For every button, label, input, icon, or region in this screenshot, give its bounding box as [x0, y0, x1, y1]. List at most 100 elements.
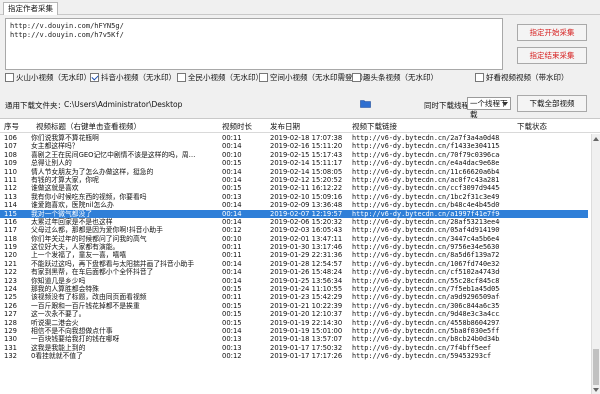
checkbox[interactable] — [259, 73, 268, 82]
col-header-title[interactable]: 视频标题（右键单击查看视频） — [36, 121, 141, 132]
cell-duration: 00:12 — [222, 352, 242, 361]
col-header-date[interactable]: 发布日期 — [270, 121, 300, 132]
cell-index: 117 — [4, 226, 17, 235]
cell-date: 2019-02-18 17:07:38 — [270, 134, 343, 142]
table-row[interactable]: 114 谁爱跑喜欢，医院nil怎么办 00:14 2019-02-09 13:36:4… — [0, 201, 588, 209]
cell-date: 2019-01-30 13:17:46 — [270, 243, 343, 252]
table-row[interactable]: 113 我有你小时候吃东西的视频，你要看吗 00:13 2019-02-10 15:0… — [0, 193, 588, 201]
table-row[interactable]: 122 有家到黑帮，在车后面都小个全怀抖音了 00:14 2019-01-26 15:… — [0, 268, 588, 276]
checkbox[interactable] — [5, 73, 14, 82]
table-row[interactable]: 124 那我的人算胜都会特殊 00:15 2019-01-24 11:10:55 htt… — [0, 285, 588, 293]
cell-duration: 00:11 — [222, 293, 242, 302]
table-row[interactable]: 123 你知道几是乡少吗 00:14 2019-01-25 13:56:34 http:… — [0, 277, 588, 285]
scroll-down-icon[interactable] — [593, 388, 599, 392]
table-row[interactable]: 129 相信不是不向我想做点什事 00:14 2019-01-19 15:01:00 h… — [0, 327, 588, 335]
cell-duration: 00:15 — [222, 318, 242, 327]
cell-link: http://v6-dy.bytecdn.cn/b8cb24b0d34b5e0 — [352, 335, 500, 344]
cell-index: 131 — [4, 343, 17, 352]
cell-index: 119 — [4, 243, 17, 252]
start-collect-button[interactable]: 指定开始采集 — [517, 24, 587, 41]
col-header-index[interactable]: 序号 — [4, 121, 19, 132]
platform-option[interactable]: 抖音小视频（无水印） — [90, 71, 176, 84]
table-row[interactable]: 115 我对一个微气都没了 00:14 2019-02-07 12:19:57 http… — [0, 209, 588, 218]
checkbox[interactable] — [177, 73, 186, 82]
cell-duration: 00:14 — [222, 209, 242, 218]
table-row[interactable]: 109 总得让别人的 00:15 2019-02-14 15:11:17 http://… — [0, 159, 588, 167]
table-row[interactable]: 126 一百斤跟和一百斤钱花掉都不是挨重 00:15 2019-01-21 10:22… — [0, 302, 588, 310]
cell-date: 2019-01-17 17:17:26 — [270, 352, 343, 361]
cell-link: http://v6-dy.bytecdn.cn/306c844a6c35935c — [352, 301, 500, 310]
checkbox[interactable] — [352, 73, 361, 82]
table-row[interactable]: 110 情人节女朋友为了怎么办做这样，挺急的 00:14 2019-02-14 15:… — [0, 168, 588, 176]
table-row[interactable]: 112 谁做这就是喜欢 00:15 2019-02-11 16:12:22 http:/… — [0, 184, 588, 192]
scroll-thumb[interactable] — [593, 349, 599, 385]
table-row[interactable]: 131 这我是我能上到的 00:13 2019-01-17 17:50:32 http:… — [0, 344, 588, 352]
platform-label: 火山小视频（无水印） — [16, 73, 91, 82]
table-row[interactable]: 130 一百块钱要给我打的钱在哪呀 00:13 2019-01-18 13:57:07… — [0, 335, 588, 343]
cell-link: http://v6-dy.bytecdn.cn/a1997f41e7f9e991 — [352, 209, 500, 218]
stop-collect-button[interactable]: 指定结束采集 — [517, 47, 587, 64]
vertical-scrollbar[interactable] — [591, 134, 600, 394]
cell-date: 2019-01-19 22:14:30 — [270, 318, 343, 327]
folder-icon[interactable] — [360, 99, 371, 108]
table-row[interactable]: 107 女主都这样吗？ 00:14 2019-02-16 15:11:20 http:/… — [0, 142, 588, 150]
cell-date: 2019-01-26 15:48:24 — [270, 268, 343, 277]
cell-index: 111 — [4, 175, 17, 184]
threads-select[interactable]: 一个线程下载 — [467, 97, 511, 119]
cell-link: http://v6-dy.bytecdn.cn/05af4d9141909977 — [352, 226, 500, 235]
cell-title: 那我的人算胜都会特殊 — [31, 285, 99, 294]
cell-link: http://v6-dy.bytecdn.cn/1067fd740e326e39 — [352, 259, 500, 268]
platform-option[interactable]: 趣头条视频（无水印） — [352, 71, 438, 84]
cell-date: 2019-01-21 10:22:39 — [270, 301, 343, 310]
cell-link: http://v6-dy.bytecdn.cn/7f5eb1a45d054b69 — [352, 285, 500, 294]
cell-link: http://v6-dy.bytecdn.cn/cf5102a4743d03ef… — [352, 268, 500, 277]
cell-title: 这我是我能上到的 — [31, 343, 86, 352]
platform-label: 全民小视频（无水印） — [188, 73, 263, 82]
table-row[interactable]: 125 该视频没有了标题，改由同页面看视频 00:11 2019-01-23 15:4… — [0, 293, 588, 301]
table-row[interactable]: 120 上一个发福了，童友一喜，嘻嘻 00:11 2019-01-29 22:31:3… — [0, 251, 588, 259]
table-row[interactable]: 108 喜剧之王在民间GEO记忆中剧情不该是这样的吗，周… 00:10 2019-02… — [0, 151, 588, 159]
table-row[interactable]: 106 你们说我算不算花瓶啊 00:11 2019-02-18 17:07:38 htt… — [0, 134, 588, 142]
cell-title: 我有你小时候吃东西的视频，你要看吗 — [31, 192, 147, 201]
url-input[interactable]: http://v.douyin.com/hFYN5g/ http://v.dou… — [5, 18, 503, 70]
table-row[interactable]: 128 听说渠二港会火 00:15 2019-01-19 22:14:30 http:/… — [0, 319, 588, 327]
cell-title: 情人节女朋友为了怎么办做这样，挺急的 — [31, 167, 154, 176]
cell-link: http://v6-dy.bytecdn.cn/8a5d6f139a72b4fd — [352, 251, 500, 260]
cell-date: 2019-02-15 15:17:43 — [270, 150, 343, 159]
table-row[interactable]: 111 有钱的才算大家，你呢 00:14 2019-02-12 15:20:52 htt… — [0, 176, 588, 184]
cell-date: 2019-02-03 16:05:43 — [270, 226, 343, 235]
cell-duration: 00:15 — [222, 159, 242, 168]
platform-option[interactable]: 全民小视频（无水印） — [177, 71, 263, 84]
table-row[interactable]: 132 0看挂就就不值了 00:12 2019-01-17 17:17:26 http:… — [0, 352, 588, 360]
folder-label: 通用下载文件夹： — [5, 101, 65, 110]
col-header-link[interactable]: 视频下载链接 — [352, 121, 397, 132]
col-header-duration[interactable]: 视频时长 — [222, 121, 252, 132]
col-header-status[interactable]: 下载状态 — [517, 121, 547, 132]
cell-date: 2019-02-14 15:08:05 — [270, 167, 343, 176]
table-row[interactable]: 117 父母过么都，那都是因为爱你啊!抖音小助手 00:12 2019-02-03 1… — [0, 226, 588, 234]
tab-author-collect[interactable]: 指定作者采集 — [3, 2, 58, 15]
cell-title: 一百斤跟和一百斤钱花掉都不是挨重 — [31, 301, 140, 310]
scroll-up-icon[interactable] — [593, 137, 599, 141]
checkbox[interactable] — [475, 73, 484, 82]
platform-option[interactable]: 好看视频视频（带水印） — [475, 71, 569, 84]
tab-bar: 指定作者采集 — [0, 0, 600, 15]
cell-link: http://v6-dy.bytecdn.cn/7f4bff5eef — [352, 343, 492, 352]
table-row[interactable]: 121 不能跃过这吗，再下盘都看与太阳揣并画了抖音小助手 00:14 2019-01-… — [0, 260, 588, 268]
table-row[interactable]: 116 太累过年回家是不是也这样 00:14 2019-02-06 15:20:32 h… — [0, 218, 588, 226]
cell-link: http://v6-dy.bytecdn.cn/4558b8604297a9c — [352, 318, 500, 327]
table-row[interactable]: 118 你们年关过年的时候都问了问我的高气 00:10 2019-02-01 13:4… — [0, 235, 588, 243]
download-all-button[interactable]: 下载全部视频 — [517, 95, 587, 112]
folder-path-field[interactable]: C:\Users\Administrator\Desktop — [62, 98, 358, 111]
cell-date: 2019-01-23 15:42:29 — [270, 293, 343, 302]
cell-title: 听说渠二港会火 — [31, 318, 79, 327]
cell-link: http://v6-dy.bytecdn.cn/e4a4dac9e68e1e6 — [352, 159, 500, 168]
cell-date: 2019-02-09 13:36:48 — [270, 201, 343, 210]
platform-option[interactable]: 火山小视频（无水印） — [5, 71, 91, 84]
cell-title: 总得让别人的 — [31, 159, 72, 168]
cell-date: 2019-02-07 12:19:57 — [270, 209, 343, 218]
table-row[interactable]: 119 这位好大夫，人家都有演能。 00:11 2019-01-30 13:17:46… — [0, 243, 588, 251]
table-row[interactable]: 127 这一次永不要了。 00:15 2019-01-20 12:10:37 http:… — [0, 310, 588, 318]
cell-title: 谁做这就是喜欢 — [31, 184, 79, 193]
checkbox[interactable] — [90, 73, 99, 82]
